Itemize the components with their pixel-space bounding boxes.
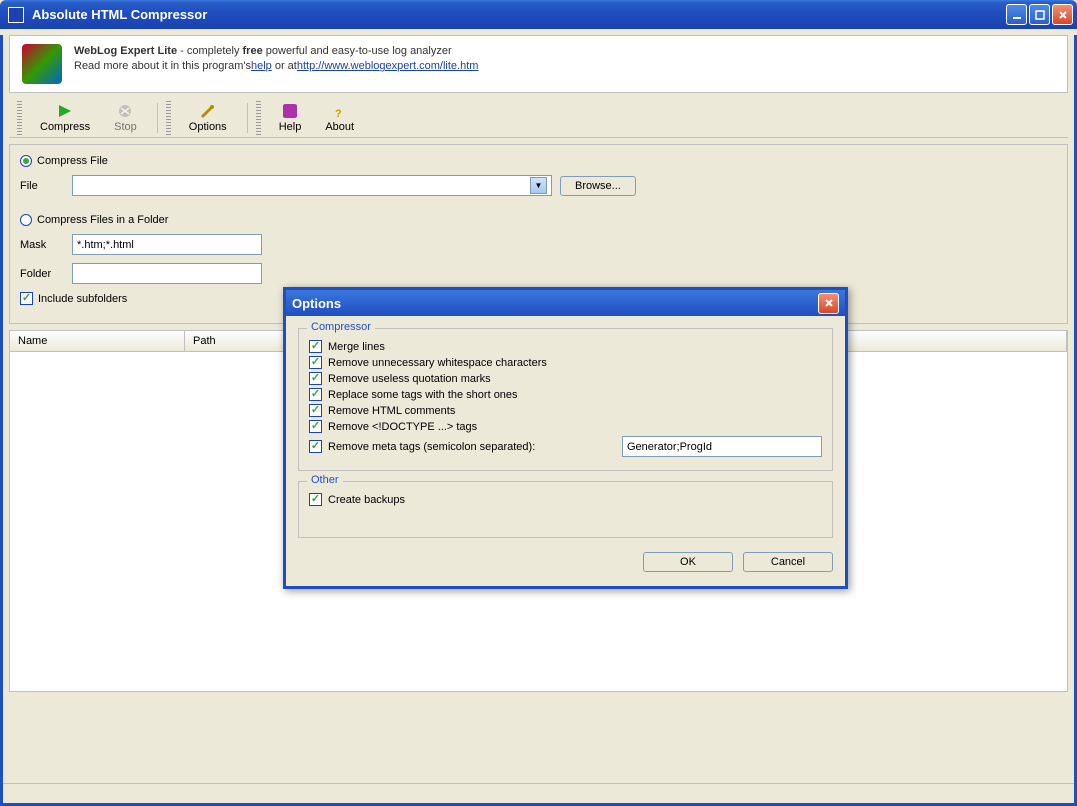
- close-button[interactable]: [1052, 4, 1073, 25]
- dialog-title: Options: [292, 296, 818, 311]
- banner-product: WebLog Expert Lite: [74, 45, 177, 57]
- stop-icon: [115, 103, 135, 119]
- help-link[interactable]: help: [251, 60, 272, 72]
- compress-button[interactable]: Compress: [28, 101, 102, 135]
- merge-lines-checkbox[interactable]: Merge lines: [309, 340, 822, 353]
- dialog-titlebar: Options: [286, 290, 845, 316]
- window-title: Absolute HTML Compressor: [32, 7, 1006, 22]
- meta-tags-input[interactable]: [622, 436, 822, 457]
- toolbar-grip: [17, 101, 22, 135]
- options-dialog: Options Compressor Merge lines Remove un…: [283, 287, 848, 589]
- weblog-url-link[interactable]: http://www.weblogexpert.com/lite.htm: [297, 60, 479, 72]
- banner-icon: [22, 44, 62, 84]
- remove-quotation-checkbox[interactable]: Remove useless quotation marks: [309, 372, 822, 385]
- question-icon: ?: [330, 103, 350, 119]
- replace-tags-checkbox[interactable]: Replace some tags with the short ones: [309, 388, 822, 401]
- chevron-down-icon[interactable]: ▼: [530, 177, 547, 194]
- toolbar: Compress Stop Options Help ? About: [9, 99, 1068, 138]
- other-fieldset: Other Create backups: [298, 481, 833, 538]
- cancel-button[interactable]: Cancel: [743, 552, 833, 572]
- dialog-close-button[interactable]: [818, 293, 839, 314]
- compressor-legend: Compressor: [307, 321, 375, 333]
- book-icon: [280, 103, 300, 119]
- folder-input[interactable]: [72, 263, 262, 284]
- create-backups-checkbox[interactable]: Create backups: [309, 493, 822, 506]
- remove-comments-checkbox[interactable]: Remove HTML comments: [309, 404, 822, 417]
- app-icon: [8, 7, 24, 23]
- wrench-icon: [198, 103, 218, 119]
- svg-text:?: ?: [335, 108, 342, 119]
- promo-banner: WebLog Expert Lite - completely free pow…: [9, 35, 1068, 93]
- mask-label: Mask: [20, 239, 64, 251]
- browse-button[interactable]: Browse...: [560, 176, 636, 196]
- column-name[interactable]: Name: [10, 331, 185, 351]
- toolbar-grip: [166, 101, 171, 135]
- options-button[interactable]: Options: [177, 101, 239, 135]
- other-legend: Other: [307, 474, 343, 486]
- toolbar-grip: [256, 101, 261, 135]
- ok-button[interactable]: OK: [643, 552, 733, 572]
- compress-file-radio[interactable]: Compress File: [20, 155, 1057, 167]
- mask-input[interactable]: [72, 234, 262, 255]
- about-button[interactable]: ? About: [313, 101, 366, 135]
- remove-doctype-checkbox[interactable]: Remove <!DOCTYPE ...> tags: [309, 420, 822, 433]
- file-label: File: [20, 180, 64, 192]
- remove-meta-checkbox[interactable]: Remove meta tags (semicolon separated):: [309, 440, 535, 453]
- help-button[interactable]: Help: [267, 101, 314, 135]
- folder-label: Folder: [20, 268, 64, 280]
- maximize-button[interactable]: [1029, 4, 1050, 25]
- status-bar: [3, 783, 1074, 803]
- window-titlebar: Absolute HTML Compressor: [0, 0, 1077, 29]
- file-combo[interactable]: ▼: [72, 175, 552, 196]
- play-icon: [55, 103, 75, 119]
- minimize-button[interactable]: [1006, 4, 1027, 25]
- compress-folder-radio[interactable]: Compress Files in a Folder: [20, 214, 1057, 226]
- remove-whitespace-checkbox[interactable]: Remove unnecessary whitespace characters: [309, 356, 822, 369]
- compressor-fieldset: Compressor Merge lines Remove unnecessar…: [298, 328, 833, 471]
- stop-button: Stop: [102, 101, 149, 135]
